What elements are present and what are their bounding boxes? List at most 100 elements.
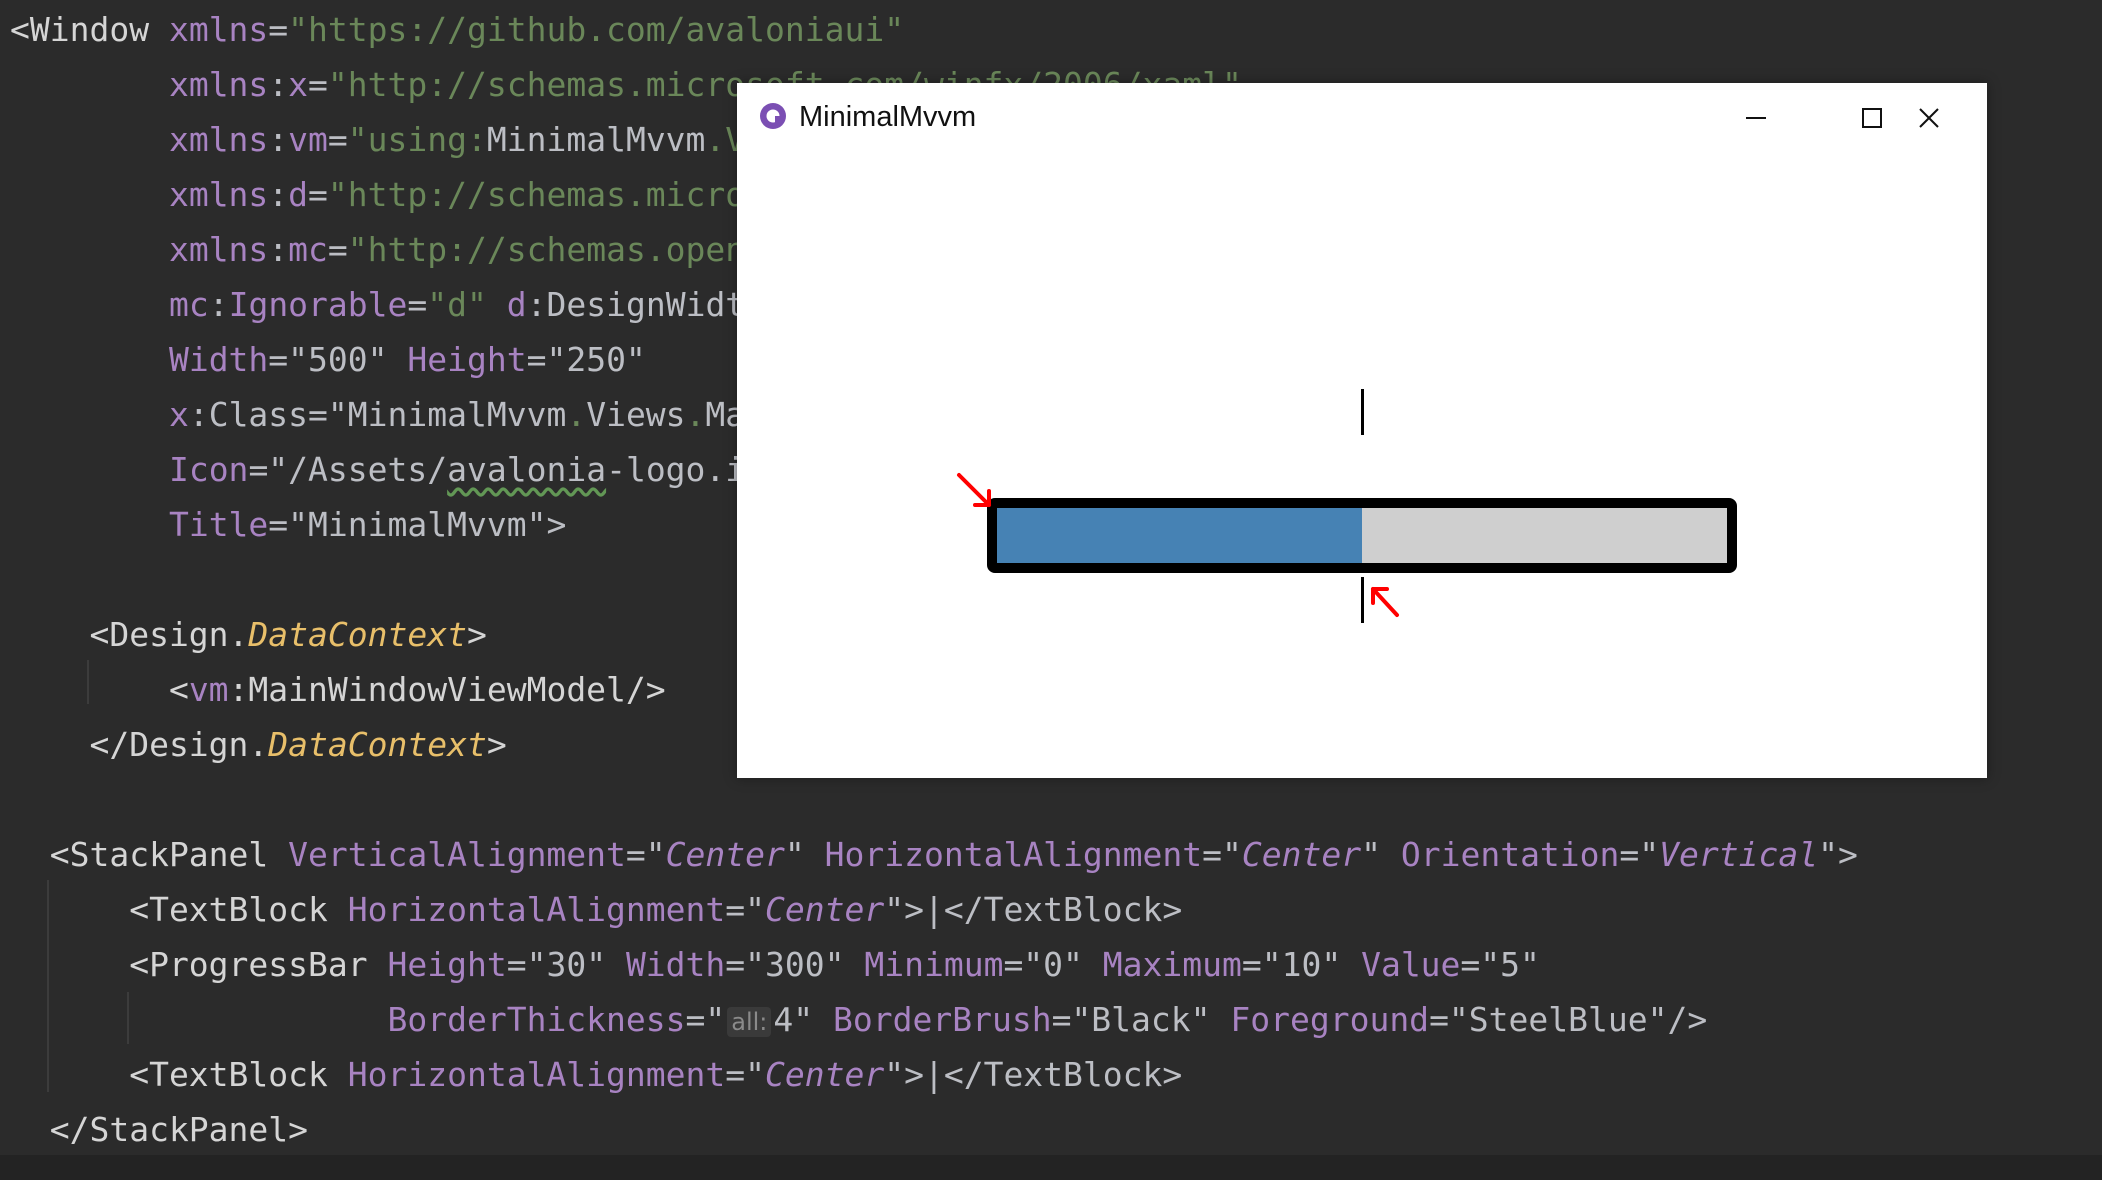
code-token: Center	[765, 1055, 885, 1094]
code-token: x	[168, 395, 189, 434]
code-token: :Class="MinimalMvvm	[188, 395, 567, 434]
code-token: Orientation	[1400, 835, 1620, 874]
code-token: HorizontalAlignment	[347, 890, 726, 929]
code-token: ="Black"	[1051, 1000, 1231, 1039]
code-token: Foreground	[1230, 1000, 1430, 1039]
code-token: </Design.	[10, 725, 269, 764]
code-token: Icon	[168, 450, 249, 489]
avalonia-logo-icon	[760, 103, 786, 129]
code-token: x	[288, 65, 309, 104]
code-token: ="0"	[1003, 945, 1103, 984]
code-token: DataContext	[248, 615, 467, 654]
code-token: <Design.	[10, 615, 249, 654]
code-token: ="5"	[1460, 945, 1540, 984]
code-token: mc	[288, 230, 328, 269]
code-token: =	[268, 10, 289, 49]
code-token: Value	[1361, 945, 1461, 984]
code-token: ="	[725, 1055, 766, 1094]
editor-status-strip	[0, 1155, 2102, 1180]
code-line: Title="MinimalMvvm">	[10, 499, 566, 551]
code-token: HorizontalAlignment	[824, 835, 1203, 874]
close-button[interactable]	[1871, 83, 1987, 153]
code-token: >	[466, 615, 487, 654]
code-line: <vm:MainWindowViewModel/>	[10, 664, 666, 716]
code-token: :	[268, 230, 289, 269]
code-token: <Window	[10, 10, 169, 49]
code-token: Center	[1241, 835, 1362, 874]
code-token: ="/Assets/	[248, 450, 448, 489]
code-token: xmlns	[168, 65, 269, 104]
code-token: ="	[1619, 835, 1660, 874]
window-content	[737, 153, 1987, 778]
code-token: :	[268, 175, 289, 214]
code-line: </Design.DataContext>	[10, 719, 507, 771]
code-token: "d"	[427, 285, 487, 324]
code-line: Width="500" Height="250"	[10, 334, 646, 386]
code-token: VerticalAlignment	[288, 835, 626, 874]
code-token: Minimum	[864, 945, 1004, 984]
code-token: ="	[685, 1000, 726, 1039]
code-token: Width	[168, 340, 269, 379]
code-token: >	[486, 725, 507, 764]
code-line: <TextBlock HorizontalAlignment="Center">…	[10, 1049, 1182, 1101]
code-token: d	[506, 285, 527, 324]
title-bar[interactable]: MinimalMvvm	[737, 83, 1987, 153]
code-token: 4"	[773, 1000, 834, 1039]
code-line: Icon="/Assets/avalonia-logo.ico"	[10, 444, 805, 496]
code-token: ">	[1818, 835, 1858, 874]
code-token: Center	[765, 890, 885, 929]
code-token: "	[784, 835, 825, 874]
code-line: <TextBlock HorizontalAlignment="Center">…	[10, 884, 1182, 936]
code-token: =	[407, 285, 428, 324]
code-token: vm	[188, 670, 229, 709]
code-token: DesignWidth	[546, 285, 766, 324]
code-token: </StackPanel>	[10, 1110, 309, 1149]
code-token: BorderThickness	[387, 1000, 686, 1039]
code-token: ="	[625, 835, 666, 874]
code-token: ="	[725, 890, 766, 929]
code-token: ="250"	[526, 340, 646, 379]
code-token: Height	[387, 945, 507, 984]
code-token: Title	[168, 505, 269, 544]
code-token: Center	[665, 835, 785, 874]
code-token: Maximum	[1102, 945, 1242, 984]
close-icon	[1919, 108, 1939, 128]
code-token: mc	[168, 285, 209, 324]
indent-guide	[127, 992, 129, 1044]
code-token: BorderBrush	[833, 1000, 1052, 1039]
code-token: ="30"	[506, 945, 626, 984]
progress-fill	[997, 508, 1362, 563]
textblock-caret-bottom	[1361, 577, 1364, 623]
code-line: <Window xmlns="https://github.com/avalon…	[10, 4, 904, 56]
annotation-arrow-top-left	[957, 473, 991, 507]
code-token: :	[268, 120, 289, 159]
code-token: :MainWindowViewModel/>	[228, 670, 666, 709]
app-window[interactable]: MinimalMvvm	[737, 83, 1987, 778]
code-token: Vertical	[1659, 835, 1819, 874]
code-token: :	[268, 65, 289, 104]
code-token: Ignorable	[228, 285, 408, 324]
code-token: xmlns	[168, 230, 269, 269]
indent-guide	[87, 660, 89, 704]
code-token: xmlns	[168, 10, 269, 49]
code-line: </StackPanel>	[10, 1104, 308, 1156]
code-token: "https://github.com/avaloniaui"	[288, 10, 905, 49]
code-token: xmlns	[168, 120, 269, 159]
code-line: <ProgressBar Height="30" Width="300" Min…	[10, 939, 1540, 991]
code-token: d	[288, 175, 309, 214]
minimize-button[interactable]	[1698, 83, 1814, 153]
code-token: =	[327, 120, 348, 159]
annotation-arrow-bottom-right	[1371, 587, 1399, 617]
code-token: vm	[288, 120, 328, 159]
code-token: ">|</TextBlock>	[884, 1055, 1183, 1094]
